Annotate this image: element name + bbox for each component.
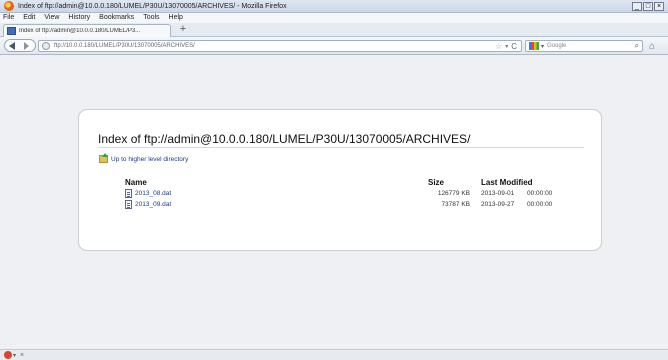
- menu-bar: File Edit View History Bookmarks Tools H…: [0, 13, 668, 23]
- file-date: 2013-09-01: [481, 190, 515, 197]
- url-history-dropdown-icon[interactable]: ▾: [505, 43, 508, 50]
- page-title: Index of ftp://admin@10.0.0.180/LUMEL/P3…: [98, 132, 471, 146]
- minimize-button[interactable]: _: [632, 1, 642, 11]
- menu-history[interactable]: History: [68, 13, 90, 23]
- addon-dropdown-icon[interactable]: ▾: [13, 352, 16, 359]
- home-icon[interactable]: ⌂: [649, 41, 655, 52]
- up-folder-icon: [99, 153, 108, 163]
- menu-tools[interactable]: Tools: [143, 13, 159, 23]
- file-name-link[interactable]: 2013_09.dat: [135, 201, 171, 208]
- file-size: 126779 KB: [437, 190, 470, 197]
- up-directory-link[interactable]: Up to higher level directory: [99, 153, 188, 163]
- search-bar[interactable]: ▾ Google ⌕: [525, 40, 643, 52]
- file-name-link[interactable]: 2013_08.dat: [135, 190, 171, 197]
- file-row: 2013_08.dat 126779 KB 2013-09-01 00:00:0…: [79, 189, 599, 199]
- window-title-bar: Index of ftp://admin@10.0.0.180/LUMEL/P3…: [0, 0, 668, 13]
- close-addon-bar-icon[interactable]: ×: [20, 352, 24, 359]
- menu-help[interactable]: Help: [169, 13, 183, 23]
- search-magnifier-icon[interactable]: ⌕: [635, 41, 639, 51]
- firefox-logo-icon: [4, 1, 14, 11]
- search-input[interactable]: Google: [547, 43, 635, 49]
- file-time: 00:00:00: [527, 201, 553, 208]
- page-content: Index of ftp://admin@10.0.0.180/LUMEL/P3…: [0, 55, 668, 349]
- back-arrow-icon[interactable]: [9, 41, 15, 50]
- menu-edit[interactable]: Edit: [23, 13, 35, 23]
- title-divider: [98, 147, 584, 148]
- bookmark-star-icon[interactable]: ☆: [495, 42, 502, 51]
- back-forward-buttons: [4, 39, 36, 52]
- site-identity-icon[interactable]: [42, 42, 50, 50]
- menu-file[interactable]: File: [3, 13, 14, 23]
- tab-strip: Index of ftp://admin@10.0.0.180/LUMEL/P3…: [0, 23, 668, 37]
- maximize-button[interactable]: □: [643, 1, 653, 11]
- file-row: 2013_09.dat 73787 KB 2013-09-27 00:00:00: [79, 200, 599, 210]
- search-engine-dropdown-icon[interactable]: ▾: [541, 43, 544, 50]
- close-button[interactable]: ×: [654, 1, 664, 11]
- addon-bar: ▾ ×: [0, 349, 668, 360]
- file-icon: [125, 189, 132, 198]
- column-header-name: Name: [125, 178, 147, 187]
- file-icon: [125, 200, 132, 209]
- tab-ftp-index[interactable]: Index of ftp://admin@10.0.0.180/LUMEL/P3…: [3, 24, 171, 37]
- file-time: 00:00:00: [527, 190, 553, 197]
- url-text[interactable]: ftp://10.0.0.180/LUMEL/P30U/13070005/ARC…: [54, 43, 495, 49]
- url-bar[interactable]: ftp://10.0.0.180/LUMEL/P30U/13070005/ARC…: [38, 40, 522, 52]
- up-directory-label[interactable]: Up to higher level directory: [111, 156, 188, 163]
- menu-bookmarks[interactable]: Bookmarks: [99, 13, 134, 23]
- tab-label: Index of ftp://admin@10.0.0.180/LUMEL/P3…: [19, 28, 141, 34]
- ftp-favicon-icon: [7, 27, 16, 35]
- window-controls: _ □ ×: [632, 1, 664, 11]
- file-size: 73787 KB: [441, 201, 470, 208]
- new-tab-button[interactable]: +: [176, 24, 190, 36]
- column-header-last-modified: Last Modified: [481, 178, 533, 187]
- navigation-toolbar: ftp://10.0.0.180/LUMEL/P30U/13070005/ARC…: [0, 37, 668, 55]
- menu-view[interactable]: View: [44, 13, 59, 23]
- ftp-directory-listing: Index of ftp://admin@10.0.0.180/LUMEL/P3…: [78, 109, 602, 251]
- google-engine-icon[interactable]: [529, 42, 539, 50]
- column-header-size: Size: [428, 178, 445, 187]
- reload-icon[interactable]: C: [511, 42, 517, 51]
- file-date: 2013-09-27: [481, 201, 515, 208]
- window-title: Index of ftp://admin@10.0.0.180/LUMEL/P3…: [18, 2, 287, 10]
- forward-arrow-icon[interactable]: [24, 41, 29, 50]
- addon-icon[interactable]: [4, 351, 12, 359]
